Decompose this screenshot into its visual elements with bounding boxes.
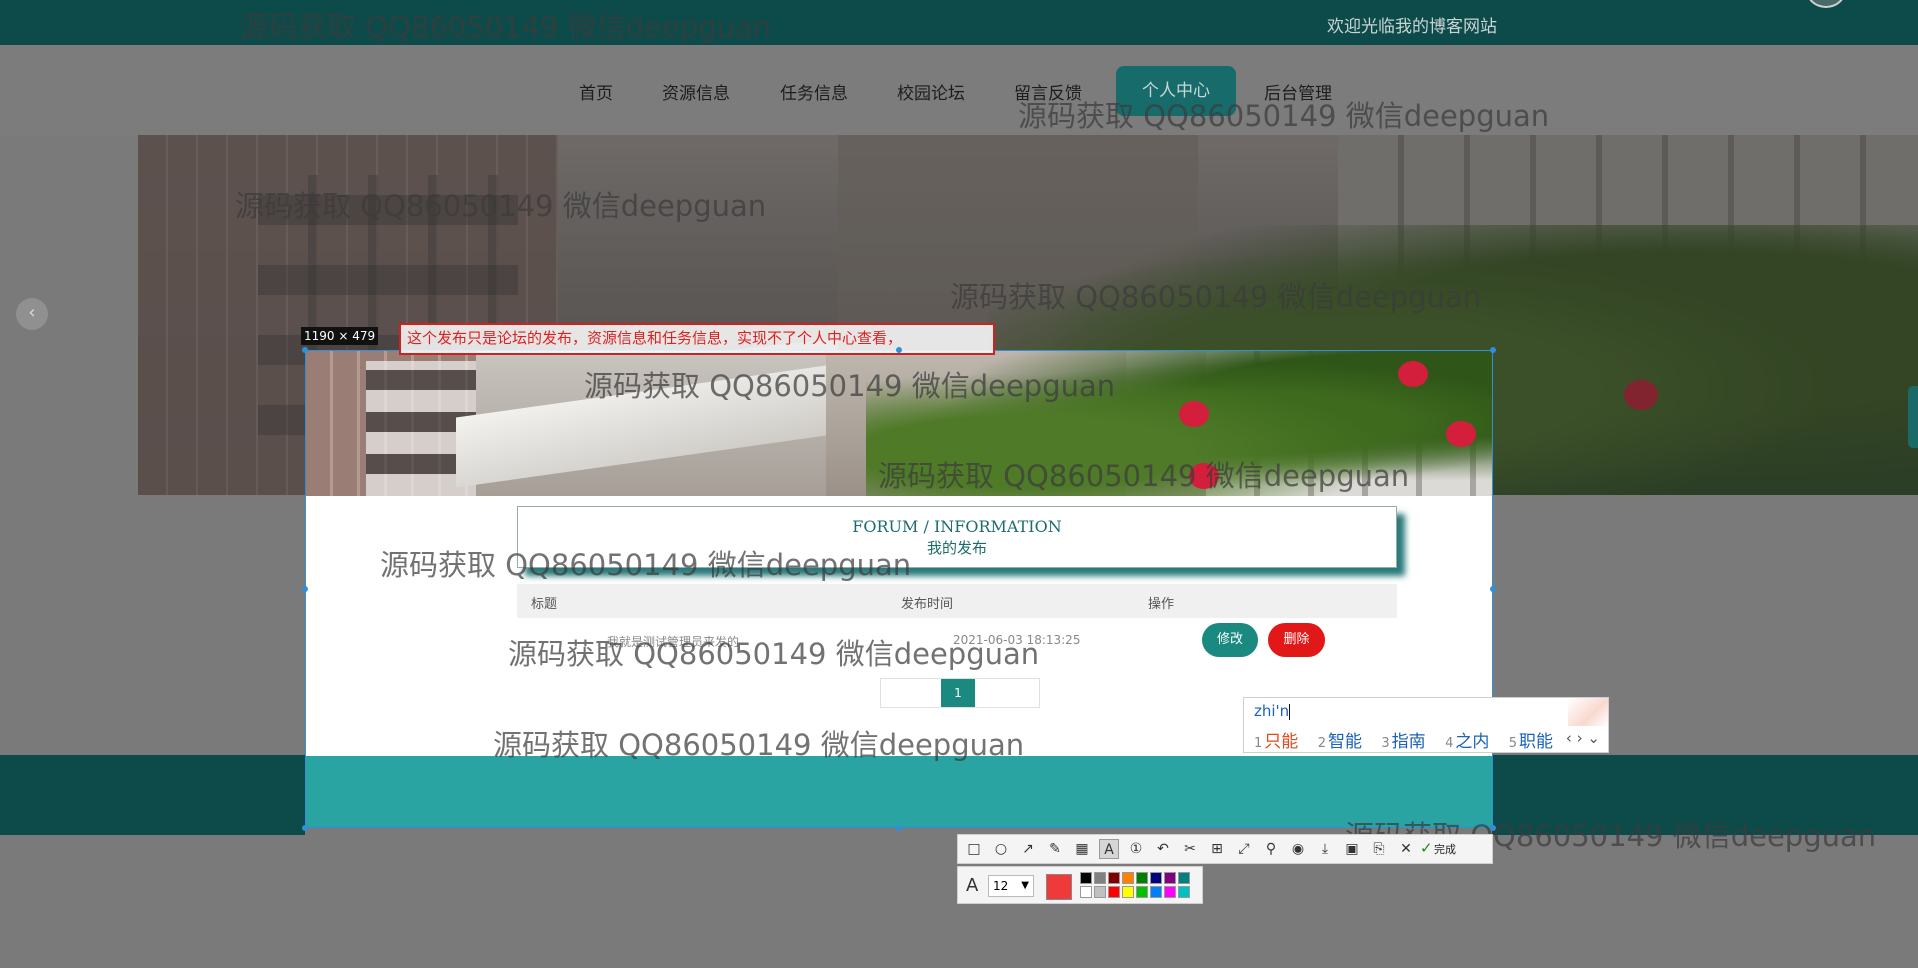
- main-nav: 首页 资源信息 任务信息 校园论坛 留言反馈 个人中心 后台管理: [0, 45, 1918, 135]
- save-icon[interactable]: ▣: [1342, 839, 1362, 859]
- resize-handle-tr[interactable]: [1490, 347, 1496, 353]
- post-title[interactable]: 我就是测试管理员来发的: [607, 633, 739, 650]
- color-swatch[interactable]: [1122, 872, 1134, 884]
- nav-personal-center[interactable]: 个人中心: [1116, 66, 1236, 116]
- color-swatch[interactable]: [1080, 886, 1092, 898]
- color-swatch[interactable]: [1164, 886, 1176, 898]
- color-swatch[interactable]: [1094, 872, 1106, 884]
- selection-footer: [306, 756, 1492, 827]
- color-swatch[interactable]: [1094, 886, 1106, 898]
- nav-resources[interactable]: 资源信息: [662, 79, 730, 104]
- pin-icon[interactable]: ⚲: [1261, 839, 1281, 859]
- download-icon[interactable]: ⤓: [1315, 839, 1335, 859]
- done-button[interactable]: 完成: [1434, 841, 1456, 857]
- table-header: 标题 发布时间 操作: [517, 584, 1397, 618]
- arrow-tool-icon[interactable]: ↗: [1018, 839, 1038, 859]
- edit-button[interactable]: 修改: [1202, 623, 1258, 657]
- resize-handle-mr[interactable]: [1490, 586, 1496, 592]
- undo-icon[interactable]: ↶: [1153, 839, 1173, 859]
- bookmark-icon[interactable]: ⎘: [1369, 839, 1389, 859]
- page-current[interactable]: 1: [941, 679, 975, 707]
- forum-title: FORUM / INFORMATION: [852, 517, 1062, 536]
- color-swatch[interactable]: [1080, 872, 1092, 884]
- delete-button[interactable]: 删除: [1268, 623, 1325, 657]
- ime-candidate[interactable]: 1 只能: [1254, 732, 1298, 752]
- number-tool-icon[interactable]: ①: [1126, 839, 1146, 859]
- resize-handle-ml[interactable]: [302, 586, 308, 592]
- font-size-select[interactable]: 12 ▼: [988, 875, 1034, 897]
- col-actions: 操作: [1148, 597, 1175, 612]
- color-swatch[interactable]: [1164, 872, 1176, 884]
- screenshot-selection[interactable]: FORUM / INFORMATION 我的发布 标题 发布时间 操作 我就是测…: [305, 350, 1493, 828]
- resize-handle-br[interactable]: [1490, 825, 1496, 831]
- ellipse-tool-icon[interactable]: ○: [991, 839, 1011, 859]
- color-swatch[interactable]: [1108, 886, 1120, 898]
- ime-page-nav[interactable]: ‹ › ⌄: [1566, 729, 1600, 747]
- footer-bar-right: [1492, 755, 1918, 835]
- check-icon[interactable]: ✓: [1420, 839, 1433, 857]
- post-time: 2021-06-03 18:13:25: [953, 633, 1081, 647]
- pen-tool-icon[interactable]: ✎: [1045, 839, 1065, 859]
- nav-admin[interactable]: 后台管理: [1264, 79, 1332, 104]
- ime-candidates: 1 只能 2 智能 3 指南 4 之内 5 职能: [1254, 727, 1567, 752]
- col-title: 标题: [531, 597, 558, 612]
- color-swatch[interactable]: [1150, 872, 1162, 884]
- nav-tasks[interactable]: 任务信息: [780, 79, 848, 104]
- color-swatch[interactable]: [1136, 872, 1148, 884]
- resize-handle-bc[interactable]: [896, 825, 902, 831]
- translate-icon[interactable]: ⤢: [1234, 839, 1254, 859]
- font-icon: A: [966, 875, 979, 896]
- footer-bar: [0, 755, 305, 835]
- crop-icon[interactable]: ✂: [1180, 839, 1200, 859]
- ocr-icon[interactable]: ⊞: [1207, 839, 1227, 859]
- chevron-down-icon: ▼: [1021, 880, 1029, 891]
- carousel-prev-button[interactable]: ‹: [16, 298, 48, 330]
- rectangle-tool-icon[interactable]: □: [964, 839, 984, 859]
- annotation-text-box[interactable]: 这个发布只是论坛的发布，资源信息和任务信息，实现不了个人中心查看，: [399, 323, 995, 355]
- ime-candidate[interactable]: 4 之内: [1445, 732, 1489, 752]
- col-time: 发布时间: [901, 597, 954, 612]
- nav-forum[interactable]: 校园论坛: [897, 79, 965, 104]
- resize-handle-tl[interactable]: [302, 347, 308, 353]
- ime-candidate[interactable]: 5 职能: [1509, 732, 1553, 752]
- scroll-handle[interactable]: [1908, 386, 1918, 448]
- resize-handle-tc[interactable]: [896, 347, 902, 353]
- text-tool-icon[interactable]: A: [1099, 839, 1119, 859]
- ime-pinyin-input[interactable]: zhi'n: [1254, 702, 1291, 720]
- selection-size-label: 1190 × 479: [301, 327, 379, 345]
- text-options-toolbar: A 12 ▼: [957, 866, 1203, 904]
- avatar[interactable]: [1806, 0, 1846, 8]
- nav-feedback[interactable]: 留言反馈: [1014, 79, 1082, 104]
- welcome-text: 欢迎光临我的博客网站: [1327, 17, 1497, 37]
- mosaic-tool-icon[interactable]: ▦: [1072, 839, 1092, 859]
- ime-candidate[interactable]: 3 指南: [1381, 732, 1425, 752]
- section-title-box: FORUM / INFORMATION 我的发布: [517, 506, 1397, 568]
- color-swatch[interactable]: [1178, 886, 1190, 898]
- record-icon[interactable]: ◉: [1288, 839, 1308, 859]
- screenshot-toolbar: □ ○ ↗ ✎ ▦ A ① ↶ ✂ ⊞ ⤢ ⚲ ◉ ⤓ ▣ ⎘ ✕ ✓ 完成: [957, 834, 1493, 864]
- forum-subtitle: 我的发布: [926, 539, 987, 557]
- ime-candidate-window: zhi'n 1 只能 2 智能 3 指南 4 之内 5 职能 ‹ › ⌄: [1243, 697, 1609, 753]
- pagination: 1: [880, 678, 1040, 708]
- resize-handle-bl[interactable]: [302, 825, 308, 831]
- table-row: 我就是测试管理员来发的 2021-06-03 18:13:25 修改 删除: [517, 618, 1397, 662]
- color-swatch[interactable]: [1108, 872, 1120, 884]
- top-header: 欢迎光临我的博客网站: [0, 0, 1918, 45]
- close-icon[interactable]: ✕: [1396, 839, 1416, 859]
- nav-home[interactable]: 首页: [579, 79, 613, 104]
- color-swatch[interactable]: [1150, 886, 1162, 898]
- current-color-swatch[interactable]: [1046, 874, 1072, 900]
- color-swatch[interactable]: [1136, 886, 1148, 898]
- selection-banner-image: [306, 351, 1492, 496]
- ime-candidate[interactable]: 2 智能: [1318, 732, 1362, 752]
- color-swatch[interactable]: [1122, 886, 1134, 898]
- color-swatch[interactable]: [1178, 872, 1190, 884]
